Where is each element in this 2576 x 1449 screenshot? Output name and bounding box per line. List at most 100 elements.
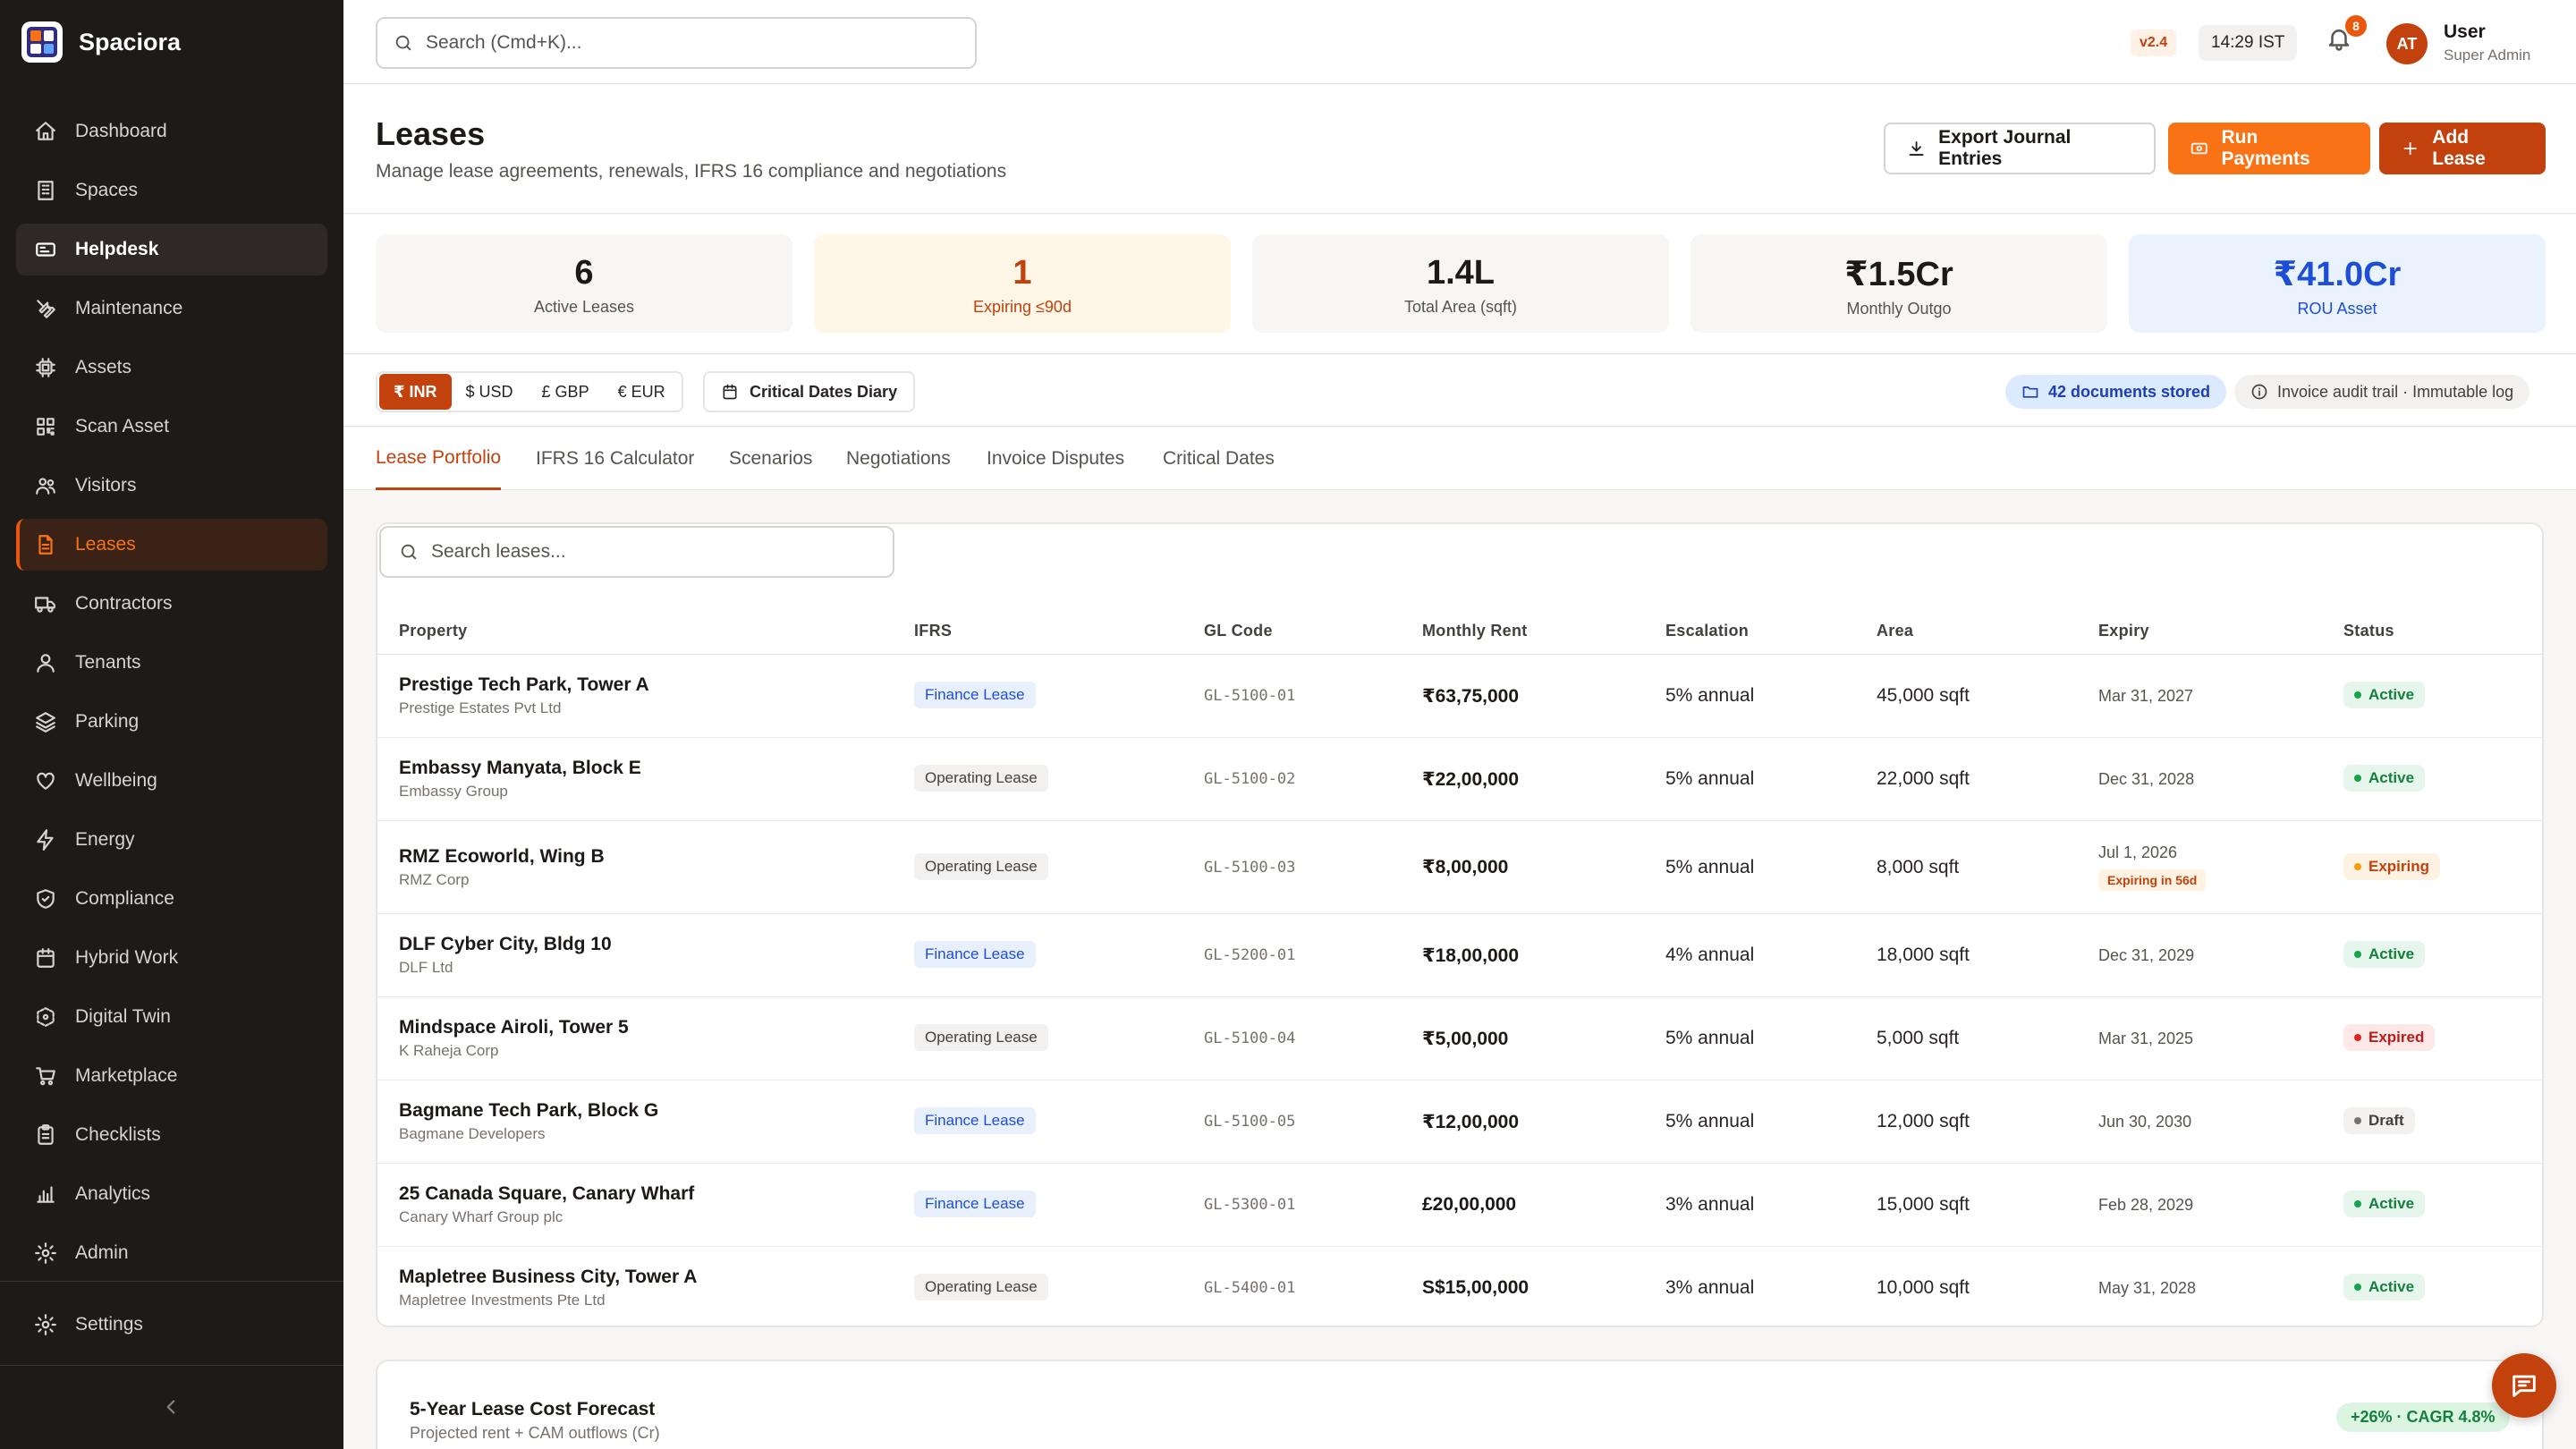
stat-expiring[interactable]: 1 Expiring ≤90d	[814, 234, 1231, 333]
table-row[interactable]: 25 Canada Square, Canary Wharf Canary Wha…	[377, 1164, 2542, 1247]
sidebar-item-maintenance[interactable]: Maintenance	[16, 283, 327, 335]
tab-lease-portfolio[interactable]: Lease Portfolio	[376, 428, 502, 490]
table-row[interactable]: Bagmane Tech Park, Block G Bagmane Develo…	[377, 1080, 2542, 1164]
status-text: Expiring	[2368, 858, 2430, 875]
column-header-ifrs[interactable]: IFRS	[914, 606, 952, 655]
currency-eur-button[interactable]: € EUR	[604, 374, 680, 410]
stat-total-area[interactable]: 1.4L Total Area (sqft)	[1252, 234, 1669, 333]
sidebar-item-energy[interactable]: Energy	[16, 814, 327, 866]
sidebar-item-scan-asset[interactable]: Scan Asset	[16, 401, 327, 453]
monthly-rent: ₹5,00,000	[1422, 1028, 1509, 1049]
tab-ifrs16-calculator[interactable]: IFRS 16 Calculator	[536, 428, 694, 490]
avatar[interactable]: AT	[2386, 23, 2428, 64]
stat-rou-asset[interactable]: ₹41.0Cr ROU Asset	[2129, 234, 2546, 333]
tab-invoice-disputes[interactable]: Invoice Disputes	[987, 428, 1124, 490]
currency-gbp-button[interactable]: £ GBP	[528, 374, 604, 410]
user-name[interactable]: User	[2444, 21, 2486, 43]
collapse-sidebar-button[interactable]	[159, 1395, 182, 1419]
sidebar-item-leases[interactable]: Leases	[16, 519, 327, 571]
tab-scenarios[interactable]: Scenarios	[729, 428, 812, 490]
sidebar-item-label: Analytics	[75, 1183, 151, 1204]
sidebar-item-contractors[interactable]: Contractors	[16, 578, 327, 630]
search-icon	[395, 35, 411, 51]
sidebar-item-digital-twin[interactable]: Digital Twin	[16, 991, 327, 1043]
monthly-rent: ₹63,75,000	[1422, 685, 1520, 707]
sidebar-item-hybrid-work[interactable]: Hybrid Work	[16, 932, 327, 984]
page-title: Leases	[376, 115, 486, 152]
lease-search-input[interactable]: Search leases...	[379, 526, 894, 578]
global-search-input[interactable]: Search (Cmd+K)...	[376, 17, 977, 69]
cart-icon	[36, 1067, 55, 1086]
sidebar-item-label: Digital Twin	[75, 1006, 171, 1027]
table-row[interactable]: DLF Cyber City, Bldg 10 DLF Ltd Finance L…	[377, 914, 2542, 997]
run-payments-button[interactable]: Run Payments	[2168, 123, 2370, 174]
version-badge: v2.4	[2131, 30, 2177, 56]
sidebar-item-compliance[interactable]: Compliance	[16, 873, 327, 925]
property-name[interactable]: DLF Cyber City, Bldg 10	[399, 934, 612, 955]
gl-code: GL-5100-04	[1204, 1030, 1296, 1047]
column-header-status[interactable]: Status	[2343, 606, 2394, 655]
export-journal-entries-button[interactable]: Export Journal Entries	[1884, 123, 2156, 174]
area: 8,000 sqft	[1877, 856, 1960, 877]
tab-critical-dates[interactable]: Critical Dates	[1163, 428, 1275, 490]
table-row[interactable]: Mapletree Business City, Tower A Mapletre…	[377, 1247, 2542, 1326]
property-name[interactable]: Prestige Tech Park, Tower A	[399, 674, 649, 696]
column-header-expiry[interactable]: Expiry	[2098, 606, 2149, 655]
sidebar-item-wellbeing[interactable]: Wellbeing	[16, 755, 327, 807]
sidebar-item-visitors[interactable]: Visitors	[16, 460, 327, 512]
documents-stored-badge[interactable]: 42 documents stored	[2005, 375, 2227, 409]
sidebar-item-checklists[interactable]: Checklists	[16, 1109, 327, 1161]
sidebar-item-settings[interactable]: Settings	[16, 1299, 327, 1351]
chat-button[interactable]	[2492, 1353, 2556, 1418]
column-header-property[interactable]: Property	[399, 606, 467, 655]
sidebar-nav: Dashboard Spaces Helpdesk Maintenance As…	[16, 106, 327, 1286]
sidebar-item-admin[interactable]: Admin	[16, 1227, 327, 1279]
sidebar-item-parking[interactable]: Parking	[16, 696, 327, 748]
column-header-area[interactable]: Area	[1877, 606, 1913, 655]
sidebar-item-analytics[interactable]: Analytics	[16, 1168, 327, 1220]
sidebar-divider	[0, 1365, 343, 1366]
expiry-date: Dec 31, 2028	[2098, 769, 2195, 788]
sidebar-item-marketplace[interactable]: Marketplace	[16, 1050, 327, 1102]
sidebar-item-label: Visitors	[75, 475, 137, 496]
escalation: 3% annual	[1665, 1194, 1755, 1215]
table-row[interactable]: Mindspace Airoli, Tower 5 K Raheja Corp O…	[377, 997, 2542, 1080]
stat-label: ROU Asset	[2297, 300, 2377, 318]
currency-usd-button[interactable]: $ USD	[452, 374, 528, 410]
property-name[interactable]: Mindspace Airoli, Tower 5	[399, 1017, 629, 1038]
property-name[interactable]: Embassy Manyata, Block E	[399, 758, 641, 779]
stat-active-leases[interactable]: 6 Active Leases	[376, 234, 792, 333]
column-header-monthly-rent[interactable]: Monthly Rent	[1422, 606, 1528, 655]
sidebar-item-tenants[interactable]: Tenants	[16, 637, 327, 689]
sidebar-item-dashboard[interactable]: Dashboard	[16, 106, 327, 157]
sidebar-item-assets[interactable]: Assets	[16, 342, 327, 394]
escalation: 5% annual	[1665, 856, 1755, 877]
table-row[interactable]: RMZ Ecoworld, Wing B RMZ Corp Operating L…	[377, 821, 2542, 914]
table-row[interactable]: Prestige Tech Park, Tower A Prestige Esta…	[377, 655, 2542, 738]
stat-monthly-outgo[interactable]: ₹1.5Cr Monthly Outgo	[1690, 234, 2107, 333]
add-lease-button[interactable]: Add Lease	[2379, 123, 2546, 174]
status-text: Active	[2368, 769, 2415, 786]
lease-table-card: Search leases... Property IFRS GL Code M…	[376, 522, 2544, 1327]
sidebar-item-helpdesk[interactable]: Helpdesk	[16, 224, 327, 275]
expiry-date: Jun 30, 2030	[2098, 1112, 2192, 1131]
run-payments-label: Run Payments	[2221, 127, 2310, 169]
column-header-escalation[interactable]: Escalation	[1665, 606, 1749, 655]
brand[interactable]: Spaciora	[21, 21, 181, 63]
property-name[interactable]: RMZ Ecoworld, Wing B	[399, 846, 605, 868]
ifrs-badge: Operating Lease	[914, 853, 1048, 880]
tab-negotiations[interactable]: Negotiations	[846, 428, 951, 490]
property-name[interactable]: Mapletree Business City, Tower A	[399, 1267, 697, 1288]
status-dot	[2354, 775, 2361, 782]
table-row[interactable]: Embassy Manyata, Block E Embassy Group Op…	[377, 738, 2542, 821]
property-name[interactable]: Bagmane Tech Park, Block G	[399, 1100, 658, 1122]
currency-inr-button[interactable]: ₹ INR	[379, 374, 452, 410]
forecast-title: 5-Year Lease Cost Forecast	[410, 1399, 656, 1419]
sidebar-item-label: Checklists	[75, 1124, 161, 1145]
sidebar-item-spaces[interactable]: Spaces	[16, 165, 327, 216]
property-name[interactable]: 25 Canada Square, Canary Wharf	[399, 1183, 694, 1205]
column-header-gl-code[interactable]: GL Code	[1204, 606, 1273, 655]
topbar: Search (Cmd+K)... v2.4 14:29 IST 8 AT Us…	[343, 0, 2576, 84]
critical-dates-diary-button[interactable]: Critical Dates Diary	[703, 371, 916, 412]
audit-trail-badge[interactable]: Invoice audit trail · Immutable log	[2234, 375, 2530, 409]
